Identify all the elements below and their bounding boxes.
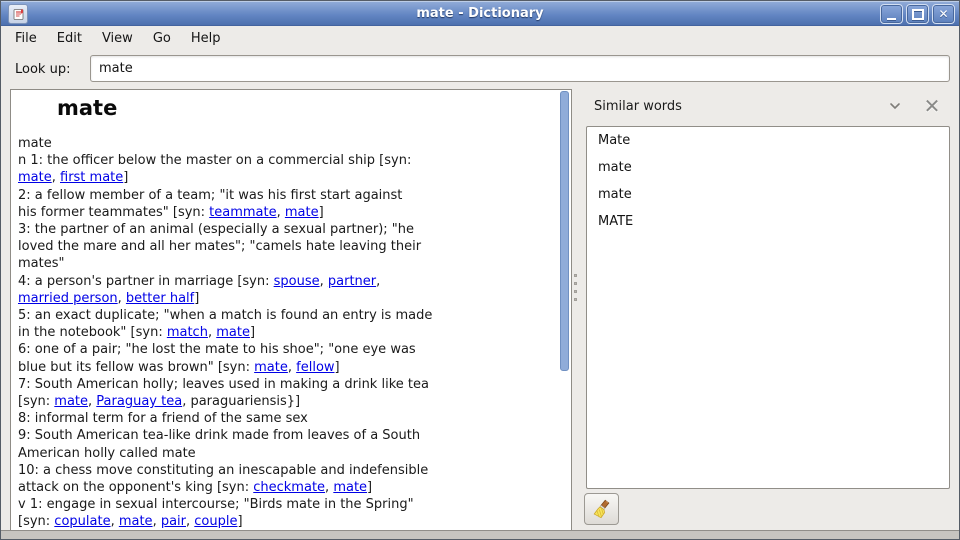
similar-words-title: Similar words xyxy=(594,88,682,125)
main-area: mate maten 1: the officer below the mast… xyxy=(1,88,959,531)
definition-line: n 1: the officer below the master on a c… xyxy=(18,152,557,169)
definition-line: mate xyxy=(18,135,557,152)
definition-line: his former teammates" [syn: teammate, ma… xyxy=(18,204,557,221)
definition-line: 5: an exact duplicate; "when a match is … xyxy=(18,307,557,324)
definition-line: 8: informal term for a friend of the sam… xyxy=(18,410,557,427)
similar-word-item[interactable]: Mate xyxy=(587,127,949,154)
synonym-link[interactable]: match xyxy=(167,325,208,340)
synonym-link[interactable]: mate xyxy=(18,170,52,185)
synonym-link[interactable]: teammate xyxy=(209,205,276,220)
definition-line: [syn: copulate, mate, pair, couple] xyxy=(18,513,557,530)
menu-item-edit[interactable]: Edit xyxy=(47,28,92,49)
synonym-link[interactable]: fellow xyxy=(296,360,334,375)
definition-line: [syn: mate, Paraguay tea, paraguariensis… xyxy=(18,393,557,410)
definition-line: 9: South American tea-like drink made fr… xyxy=(18,427,557,444)
definition-line: 4: a person's partner in marriage [syn: … xyxy=(18,273,557,290)
clear-button[interactable] xyxy=(584,493,619,525)
window-bottom-border xyxy=(1,530,959,539)
lookup-row: Look up: xyxy=(1,50,959,88)
similar-word-item[interactable]: MATE xyxy=(587,208,949,235)
synonym-link[interactable]: mate xyxy=(333,480,367,495)
synonym-link[interactable]: mate xyxy=(54,394,88,409)
synonym-link[interactable]: checkmate xyxy=(253,480,325,495)
lookup-input[interactable] xyxy=(90,55,950,82)
definition-headword: mate xyxy=(57,96,117,120)
maximize-button[interactable] xyxy=(906,4,929,24)
broom-icon xyxy=(591,498,613,520)
splitter-grip[interactable] xyxy=(574,274,577,301)
definition-line: 10: a chess move constituting an inescap… xyxy=(18,462,557,479)
definition-line: 3: the partner of an animal (especially … xyxy=(18,221,557,238)
synonym-link[interactable]: Paraguay tea xyxy=(96,394,182,409)
definition-line: married person, better half] xyxy=(18,290,557,307)
definition-line: mate, first mate] xyxy=(18,169,557,186)
definition-line: attack on the opponent's king [syn: chec… xyxy=(18,479,557,496)
dictionary-window: mate - Dictionary ✕ FileEditViewGoHelp L… xyxy=(0,0,960,540)
titlebar[interactable]: mate - Dictionary ✕ xyxy=(1,1,959,26)
similar-words-panel: Similar words ✕ MatematemateMATE xyxy=(582,88,953,531)
definition-line: American holly called mate xyxy=(18,445,557,462)
synonym-link[interactable]: better half xyxy=(126,291,194,306)
definition-line: v 1: engage in sexual intercourse; "Bird… xyxy=(18,496,557,513)
definition-line: mates" xyxy=(18,255,557,272)
definition-body: maten 1: the officer below the master on… xyxy=(18,135,557,531)
definition-line: blue but its fellow was brown" [syn: mat… xyxy=(18,359,557,376)
synonym-link[interactable]: copulate xyxy=(54,514,110,529)
synonym-link[interactable]: couple xyxy=(194,514,237,529)
close-panel-icon[interactable]: ✕ xyxy=(919,93,945,119)
synonym-link[interactable]: pair xyxy=(161,514,186,529)
chevron-down-icon[interactable] xyxy=(889,101,901,111)
menu-item-file[interactable]: File xyxy=(5,28,47,49)
synonym-link[interactable]: mate xyxy=(285,205,319,220)
similar-word-item[interactable]: mate xyxy=(587,154,949,181)
definition-line: loved the mare and all her mates"; "came… xyxy=(18,238,557,255)
synonym-link[interactable]: spouse xyxy=(274,274,320,289)
similar-word-item[interactable]: mate xyxy=(587,181,949,208)
synonym-link[interactable]: mate xyxy=(119,514,153,529)
close-button[interactable]: ✕ xyxy=(932,4,955,24)
similar-words-header: Similar words ✕ xyxy=(582,88,953,125)
lookup-label: Look up: xyxy=(15,50,70,88)
maximize-icon xyxy=(912,9,924,20)
synonym-link[interactable]: partner xyxy=(328,274,376,289)
synonym-link[interactable]: married person xyxy=(18,291,118,306)
definition-line: 6: one of a pair; "he lost the mate to h… xyxy=(18,341,557,358)
synonym-link[interactable]: mate xyxy=(216,325,250,340)
window-title: mate - Dictionary xyxy=(1,6,959,21)
synonym-link[interactable]: mate xyxy=(254,360,288,375)
menubar: FileEditViewGoHelp xyxy=(1,26,959,50)
definition-view[interactable]: mate maten 1: the officer below the mast… xyxy=(10,89,572,532)
menu-item-go[interactable]: Go xyxy=(143,28,181,49)
close-icon: ✕ xyxy=(938,8,948,20)
vertical-scrollbar-thumb[interactable] xyxy=(560,91,569,371)
menu-item-view[interactable]: View xyxy=(92,28,143,49)
minimize-button[interactable] xyxy=(880,4,903,24)
similar-words-list[interactable]: MatematemateMATE xyxy=(586,126,950,489)
window-controls: ✕ xyxy=(880,4,955,24)
menu-item-help[interactable]: Help xyxy=(181,28,231,49)
definition-line: 2: a fellow member of a team; "it was hi… xyxy=(18,187,557,204)
synonym-link[interactable]: first mate xyxy=(60,170,123,185)
minimize-icon xyxy=(887,18,896,20)
definition-line: in the notebook" [syn: match, mate] xyxy=(18,324,557,341)
definition-line: 7: South American holly; leaves used in … xyxy=(18,376,557,393)
